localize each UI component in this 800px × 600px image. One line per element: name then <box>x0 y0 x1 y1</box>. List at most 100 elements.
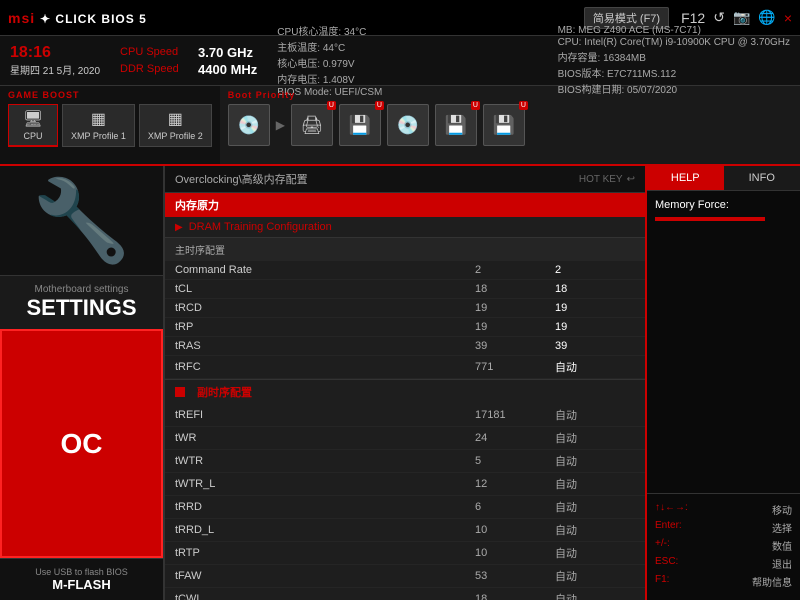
boot-device-0[interactable]: 💿 <box>228 104 270 146</box>
boost-tab-cpu[interactable]: 🖥 CPU <box>8 104 58 147</box>
xmp1-tab-icon: ▦ <box>91 109 106 129</box>
cpu-speed-label: CPU Speed <box>120 46 190 58</box>
bios-version: BIOS版本: E7C711MS.112 <box>558 65 790 80</box>
config-val2: 自动 <box>555 545 635 561</box>
screenshot-icon[interactable]: 📷 <box>733 9 750 26</box>
keybind-esc-desc: 退出 <box>772 556 792 571</box>
sub-timing-row[interactable]: tFAW 53 自动 <box>165 565 645 588</box>
config-name: tRRD <box>175 501 475 513</box>
ddr-speed-value: 4400 MHz <box>198 62 257 77</box>
sub-timing-row[interactable]: tREFI 17181 自动 <box>165 404 645 427</box>
config-name: tWTR_L <box>175 478 475 490</box>
boot-badge-2: U <box>375 101 384 110</box>
cpu-model: CPU: Intel(R) Core(TM) i9-10900K CPU @ 3… <box>558 37 790 48</box>
language-icon[interactable]: 🌐 <box>758 9 775 26</box>
sub-timing-row[interactable]: tRRD_L 10 自动 <box>165 519 645 542</box>
keybind-value: +/-: 数值 <box>655 538 792 553</box>
mem-capacity: 内存容量: 16384MB <box>558 49 790 64</box>
config-name: tRCD <box>175 302 475 314</box>
boot-device-5[interactable]: 💾 U <box>483 104 525 146</box>
xmp2-tab-icon: ▦ <box>168 109 183 129</box>
right-tabs: HELP INFO <box>647 166 800 191</box>
main-timing-row[interactable]: tRAS 39 39 <box>165 337 645 356</box>
config-val2: 自动 <box>555 499 635 515</box>
config-val1: 10 <box>475 547 555 559</box>
top-icons: F12 ↺ 📷 🌐 × <box>681 9 792 26</box>
settings-title: SETTINGS <box>8 295 155 321</box>
refresh-icon[interactable]: ↺ <box>713 9 725 26</box>
boot-device-4[interactable]: 💾 U <box>435 104 477 146</box>
config-val2: 自动 <box>555 430 635 446</box>
keybind-f1-desc: 帮助信息 <box>752 574 792 589</box>
main-timing-row[interactable]: tRFC 771 自动 <box>165 356 645 379</box>
boost-tab-xmp1[interactable]: ▦ XMP Profile 1 <box>62 104 135 147</box>
config-val2: 39 <box>555 340 635 352</box>
right-panel: HELP INFO Memory Force: ↑↓←→: 移动 Enter: … <box>645 166 800 600</box>
config-name: tCWL <box>175 593 475 600</box>
config-val1: 24 <box>475 432 555 444</box>
section-header-memory: 内存原力 <box>165 193 645 217</box>
sub-timing-row[interactable]: tRTP 10 自动 <box>165 542 645 565</box>
boost-tab-xmp2[interactable]: ▦ XMP Profile 2 <box>139 104 212 147</box>
mb-model: MB: MEG Z490 ACE (MS-7C71) <box>558 25 790 36</box>
config-val2: 自动 <box>555 568 635 584</box>
sidebar-settings-label: Motherboard settings SETTINGS <box>0 276 163 329</box>
hot-key-area: HOT KEY ↩ <box>579 174 635 185</box>
main-timing-row[interactable]: Command Rate 2 2 <box>165 261 645 280</box>
config-val1: 18 <box>475 593 555 600</box>
boot-priority-section: Boot Priority 💿 ▶ 🖨 U 💾 U 💿 💾 U 💾 <box>220 86 800 164</box>
sub-timing-square-icon <box>175 387 185 397</box>
config-name: Command Rate <box>175 264 475 276</box>
keybind-enter-key: Enter: <box>655 520 682 535</box>
config-val2: 自动 <box>555 453 635 469</box>
dram-training-row[interactable]: ▶ DRAM Training Configuration <box>165 217 645 237</box>
config-name: tRTP <box>175 547 475 559</box>
mb-temp: 主板温度: 44°C <box>277 39 382 54</box>
boot-devices: 💿 ▶ 🖨 U 💾 U 💿 💾 U 💾 U <box>228 104 792 146</box>
f12-button[interactable]: F12 <box>681 10 705 26</box>
xmp1-tab-label: XMP Profile 1 <box>71 131 126 141</box>
sub-timing-row[interactable]: tWTR_L 12 自动 <box>165 473 645 496</box>
mflash-section[interactable]: Use USB to flash BIOS M-FLASH <box>0 558 163 600</box>
config-val2: 19 <box>555 302 635 314</box>
boot-device-icon-4: 💾 <box>445 115 467 136</box>
tab-info[interactable]: INFO <box>724 166 800 191</box>
boost-tabs: 🖥 CPU ▦ XMP Profile 1 ▦ XMP Profile 2 <box>8 104 212 147</box>
main-timing-row[interactable]: tCL 18 18 <box>165 280 645 299</box>
main-timing-row[interactable]: tRCD 19 19 <box>165 299 645 318</box>
config-val1: 17181 <box>475 409 555 421</box>
sub-timing-row[interactable]: tWTR 5 自动 <box>165 450 645 473</box>
right-content: Memory Force: <box>647 191 800 493</box>
config-name: tWTR <box>175 455 475 467</box>
tab-help[interactable]: HELP <box>647 166 724 191</box>
oc-section[interactable]: OC <box>0 329 163 558</box>
hot-key-icon[interactable]: ↩ <box>627 174 635 185</box>
sub-timing-row[interactable]: tRRD 6 自动 <box>165 496 645 519</box>
config-name: tRRD_L <box>175 524 475 536</box>
boot-device-1[interactable]: 🖨 U <box>291 104 333 146</box>
config-val1: 39 <box>475 340 555 352</box>
config-name: tRP <box>175 321 475 333</box>
boot-badge-4: U <box>471 101 480 110</box>
config-val1: 19 <box>475 302 555 314</box>
boot-device-2[interactable]: 💾 U <box>339 104 381 146</box>
config-name: tCL <box>175 283 475 295</box>
dram-expand-icon: ▶ <box>175 222 183 233</box>
close-button[interactable]: × <box>784 10 792 26</box>
ddr-speed-label: DDR Speed <box>120 63 190 75</box>
logo: msi ✦ CLICK BIOS 5 <box>8 10 147 26</box>
boot-arrow-0: ▶ <box>276 118 285 132</box>
content-scroll[interactable]: 内存原力 ▶ DRAM Training Configuration 主时序配置… <box>165 193 645 600</box>
sub-timing-row[interactable]: tCWL 18 自动 <box>165 588 645 600</box>
cpu-temp: CPU核心温度: 34°C <box>277 23 382 38</box>
date-display: 星期四 21 5月, 2020 <box>10 62 100 77</box>
keybind-enter: Enter: 选择 <box>655 520 792 535</box>
oc-label: OC <box>61 428 103 460</box>
keybind-f1: F1: 帮助信息 <box>655 574 792 589</box>
sub-timing-row[interactable]: tWR 24 自动 <box>165 427 645 450</box>
keybind-esc: ESC: 退出 <box>655 556 792 571</box>
main-timing-row[interactable]: tRP 19 19 <box>165 318 645 337</box>
boot-device-3[interactable]: 💿 <box>387 104 429 146</box>
xmp2-tab-label: XMP Profile 2 <box>148 131 203 141</box>
sub-timing-table: tREFI 17181 自动 tWR 24 自动 tWTR 5 自动 tWTR_… <box>165 404 645 600</box>
